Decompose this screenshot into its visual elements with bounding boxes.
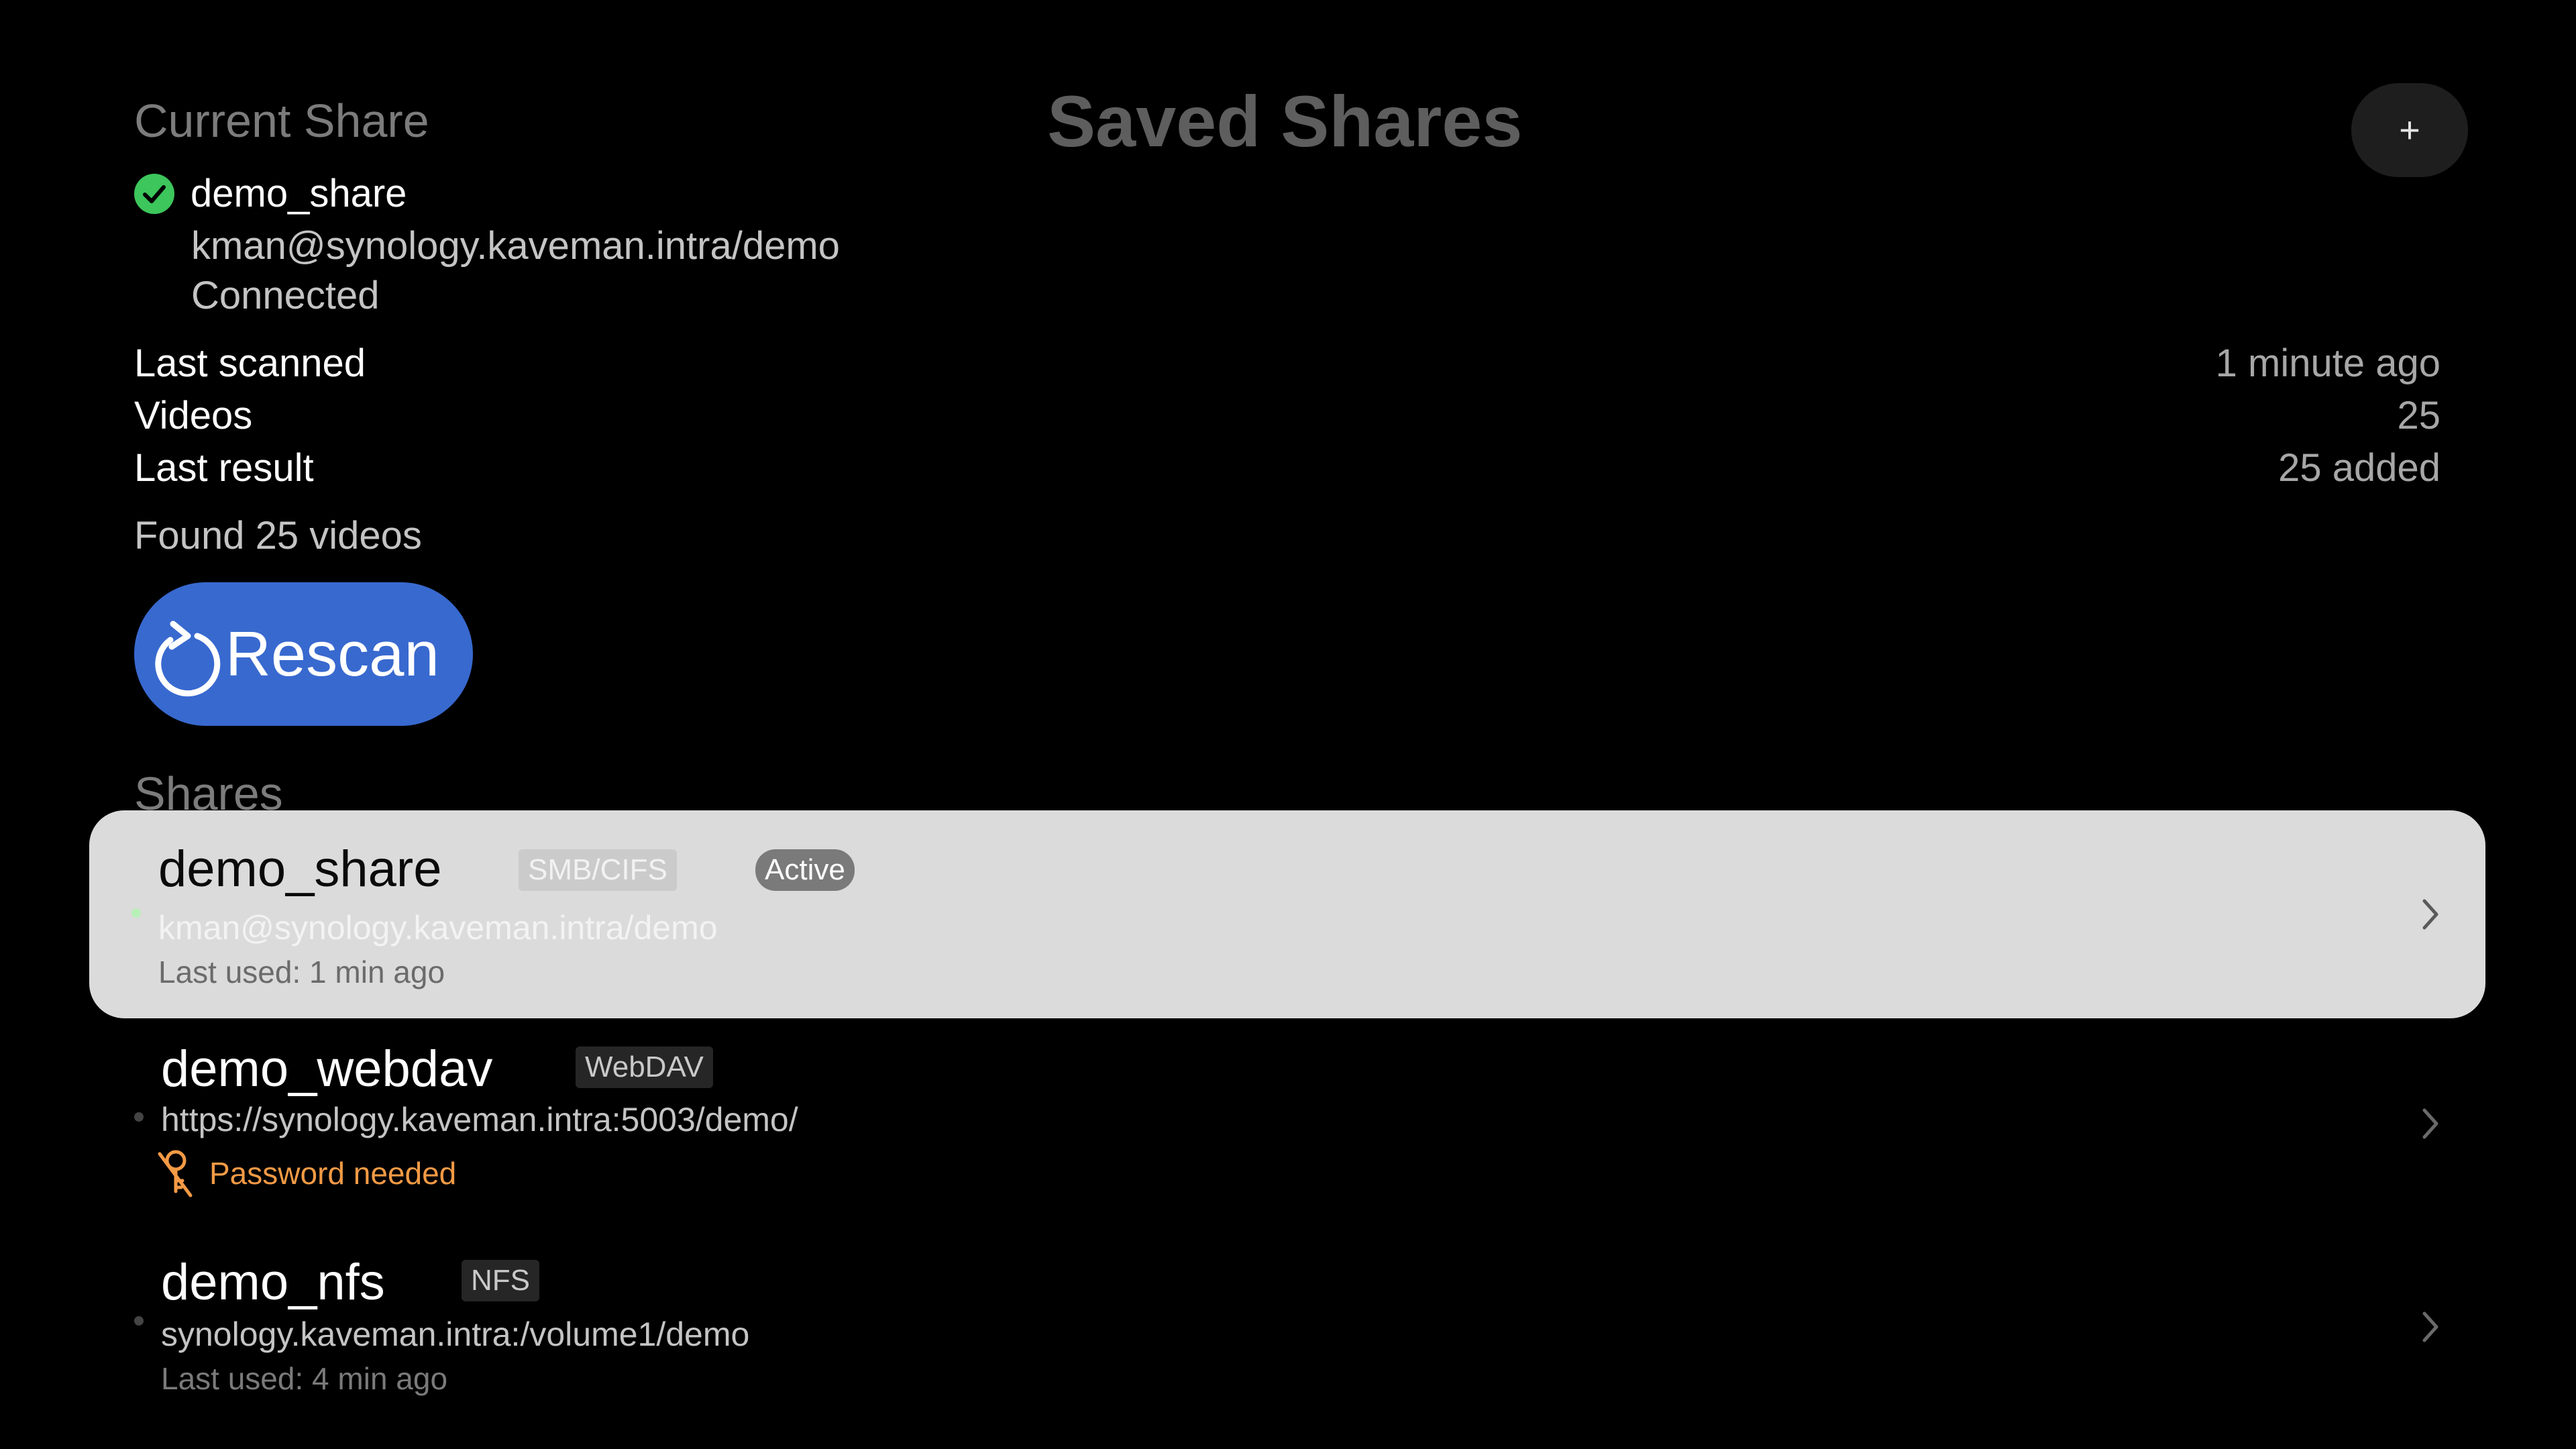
status-dot [134, 1112, 144, 1122]
share-name: demo_share [158, 841, 442, 898]
protocol-badge: NFS [462, 1260, 539, 1301]
last-scanned-label: Last scanned [134, 341, 366, 385]
share-name: demo_webdav [161, 1040, 493, 1097]
share-name: demo_nfs [161, 1254, 385, 1311]
chevron-right-icon [2422, 899, 2438, 930]
refresh-icon [155, 621, 221, 697]
found-videos-text: Found 25 videos [134, 514, 422, 557]
chevron-right-icon [2422, 1311, 2438, 1342]
share-row-demo-share[interactable]: demo_share SMB/CIFS Active kman@synology… [89, 810, 2485, 1018]
protocol-badge: SMB/CIFS [519, 849, 677, 891]
page-title: Saved Shares [1047, 80, 1523, 162]
rescan-label: Rescan [225, 619, 439, 689]
protocol-badge: WebDAV [576, 1046, 713, 1088]
share-last-used: Last used: 1 min ago [158, 955, 445, 989]
share-row-demo-webdav[interactable]: demo_webdav WebDAV https://synology.kave… [0, 1033, 2576, 1201]
last-scanned-value: 1 minute ago [2215, 341, 2440, 385]
current-share-name: demo_share [191, 172, 407, 215]
videos-value: 25 [2397, 394, 2440, 437]
current-share-name-row: demo_share [134, 171, 407, 216]
videos-label: Videos [134, 394, 253, 437]
current-share-heading: Current Share [134, 95, 429, 147]
status-dot [134, 1316, 144, 1326]
saved-shares-screen: Current Share Saved Shares + demo_share … [0, 0, 2576, 1449]
password-needed-text: Password needed [209, 1156, 457, 1191]
status-dot [131, 908, 141, 918]
share-path: synology.kaveman.intra:/volume1/demo [161, 1316, 750, 1353]
rescan-button[interactable]: Rescan [134, 582, 473, 726]
share-path: kman@synology.kaveman.intra/demo [158, 909, 718, 947]
share-path: https://synology.kaveman.intra:5003/demo… [161, 1101, 798, 1138]
last-result-label: Last result [134, 446, 314, 490]
checkmark-circle-icon [134, 173, 174, 214]
current-share-status: Connected [191, 274, 380, 317]
current-share-path: kman@synology.kaveman.intra/demo [191, 224, 840, 268]
share-last-used: Last used: 4 min ago [161, 1361, 448, 1396]
last-result-value: 25 added [2278, 446, 2440, 490]
active-badge: Active [755, 849, 855, 891]
share-row-demo-nfs[interactable]: demo_nfs NFS synology.kaveman.intra:/vol… [0, 1248, 2576, 1409]
key-slash-icon [158, 1150, 193, 1197]
chevron-right-icon [2422, 1108, 2438, 1139]
add-share-button[interactable]: + [2351, 83, 2468, 177]
